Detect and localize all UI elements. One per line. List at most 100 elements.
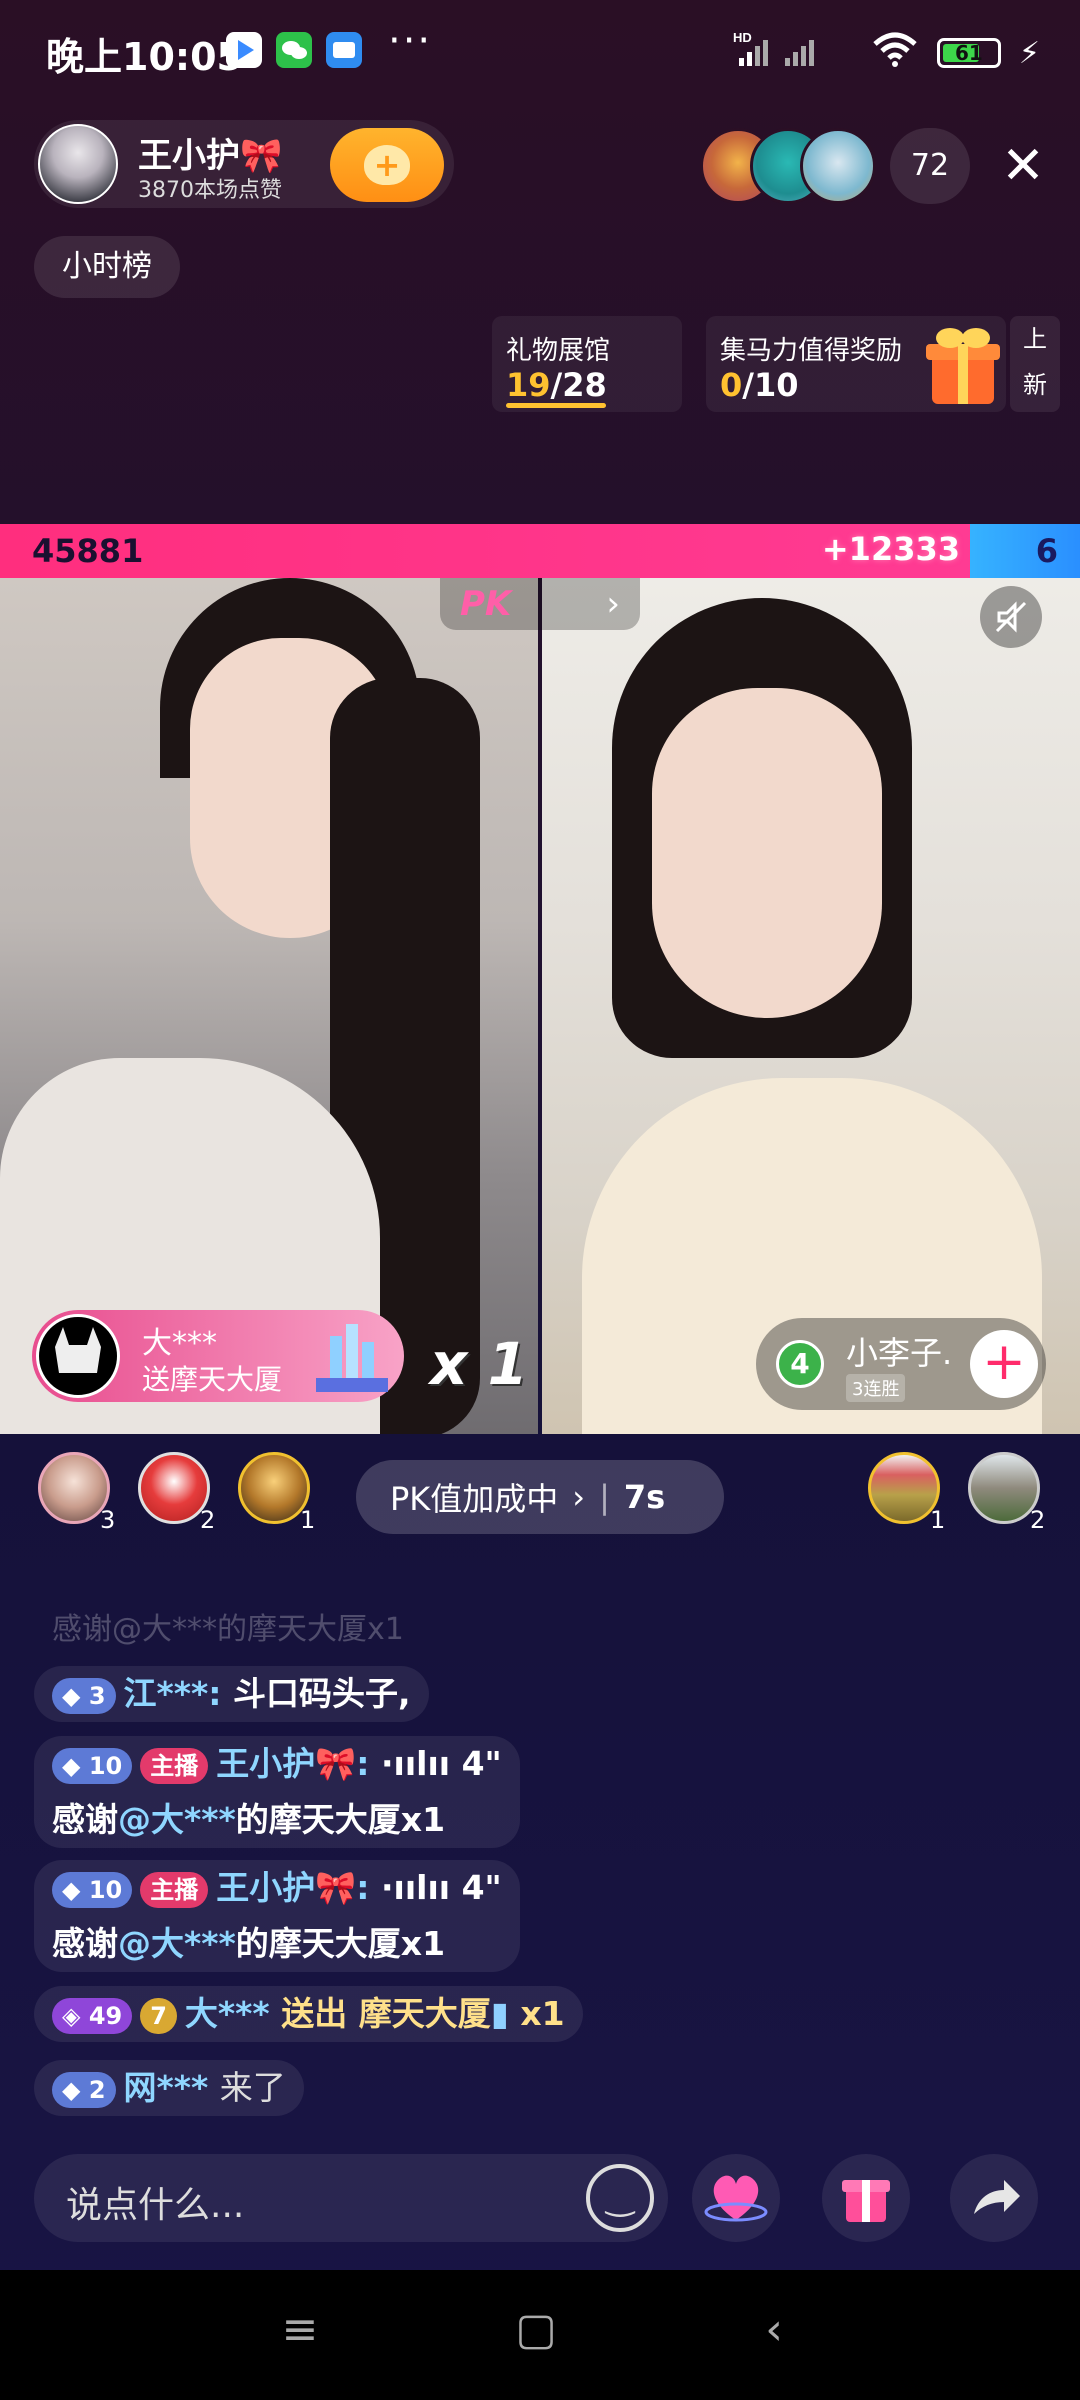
contributor-rank: 2 xyxy=(1030,1506,1046,1534)
wifi-icon xyxy=(871,30,919,76)
voice-message[interactable]: ·ıılıı 4" xyxy=(381,1744,502,1783)
stream-face xyxy=(652,688,882,1018)
wechat-icon xyxy=(276,32,312,68)
pk-right-score: 6 xyxy=(1035,532,1058,570)
collect-title: 集马力值得奖励 xyxy=(720,336,903,366)
chat-message[interactable]: ◆ 10 主播 王小护🎀: ·ıılıı 4" 感谢@大***的摩天大厦x1 xyxy=(34,1860,520,1972)
level-badge: ◆ 3 xyxy=(52,1677,116,1714)
chat-username[interactable]: 王小护🎀: xyxy=(216,1868,369,1907)
pk-score-bar: 45881 +12333 6 xyxy=(0,524,1080,578)
gift-hall-card[interactable]: 礼物展馆 19/28 xyxy=(492,316,682,412)
chat-username[interactable]: 王小护🎀: xyxy=(216,1744,369,1783)
chat-text: 斗口码头子, xyxy=(232,1674,411,1713)
gift-text: 送摩天大厦 xyxy=(142,1363,283,1396)
menu-icon[interactable]: ≡ xyxy=(270,2300,330,2360)
chat-action: 送出 xyxy=(281,1994,348,2033)
chevron-right-icon: › xyxy=(572,1478,586,1516)
contributor-rank: 3 xyxy=(100,1506,116,1534)
fan-club-badge: 7 xyxy=(140,1997,177,2034)
opponent-info[interactable]: 4 小李子. 3连胜 + xyxy=(756,1318,1046,1410)
right-stream-video[interactable] xyxy=(542,578,1080,1434)
mute-icon[interactable] xyxy=(980,586,1042,648)
opponent-level-badge: 4 xyxy=(776,1340,824,1388)
share-button[interactable] xyxy=(950,2154,1038,2242)
gift-box-icon[interactable] xyxy=(920,318,1006,410)
chat-message[interactable]: ◆ 10 主播 王小护🎀: ·ıılıı 4" 感谢@大***的摩天大厦x1 xyxy=(34,1736,520,1848)
pk-label: PK xyxy=(460,584,512,624)
pk-bonus-pill[interactable]: PK值加成中 › | 7s xyxy=(356,1460,724,1534)
home-icon[interactable]: ▢ xyxy=(506,2300,566,2360)
opponent-streak: 3连胜 xyxy=(846,1374,906,1402)
gift-combo: x 1 xyxy=(430,1330,528,1398)
pk-left-score: 45881 xyxy=(32,532,144,570)
skyscraper-gift-icon xyxy=(312,1316,392,1396)
chat-text: 的摩天大厦x1 xyxy=(235,1800,446,1839)
top-viewers[interactable] xyxy=(700,128,880,204)
voice-message[interactable]: ·ıılıı 4" xyxy=(381,1868,502,1907)
svg-text:HD: HD xyxy=(733,30,752,45)
like-heart-button[interactable] xyxy=(692,2154,780,2242)
gift-banner[interactable]: 大*** 送摩天大厦 xyxy=(32,1310,404,1402)
pk-left-bar: 45881 +12333 xyxy=(0,524,970,578)
charging-icon: ⚡ xyxy=(1018,35,1040,71)
host-badge: 主播 xyxy=(140,1871,209,1908)
pk-tab[interactable]: PK › xyxy=(440,578,640,630)
gift-hall-title: 礼物展馆 xyxy=(506,336,611,366)
chat-message[interactable]: ◆ 3 江***: 斗口码头子, xyxy=(34,1666,429,1722)
live-room-screen: 晚上10:05 ··· HD 61 ⚡ 王小护🎀 3870本场点赞 + 72 ✕… xyxy=(0,0,1080,2400)
viewer-count[interactable]: 72 xyxy=(890,128,970,204)
pill-divider: | xyxy=(599,1478,610,1516)
host-badge: 主播 xyxy=(140,1747,209,1784)
chat-gift-name: 摩天大厦 xyxy=(358,1994,491,2033)
pk-timer: 7s xyxy=(623,1478,666,1516)
contributor-rank: 2 xyxy=(200,1506,216,1534)
chat-faded-message: 感谢@大***的摩天大厦x1 xyxy=(52,1612,404,1647)
close-icon[interactable]: ✕ xyxy=(985,128,1061,204)
pk-bonus: +12333 xyxy=(821,530,960,568)
follow-button[interactable]: + xyxy=(330,128,444,202)
wallet-app-icon xyxy=(326,32,362,68)
signal-icon: HD xyxy=(733,30,853,76)
system-navigation-bar: ≡ ▢ ‹ xyxy=(0,2270,1080,2400)
viewer-avatar[interactable] xyxy=(800,128,876,204)
fan-level-badge: ◈ 49 xyxy=(52,1997,133,2034)
pk-pill-label: PK值加成中 xyxy=(390,1480,559,1518)
new-tag[interactable]: 上 新 xyxy=(1010,316,1060,412)
video-app-icon xyxy=(226,32,262,68)
gift-hall-bar xyxy=(506,403,606,408)
contributor-rank: 1 xyxy=(930,1506,946,1534)
emoji-icon[interactable]: ‿ xyxy=(586,2164,654,2232)
comment-input[interactable]: 说点什么... ‿ xyxy=(34,2154,668,2242)
pk-right-bar: 6 xyxy=(970,524,1080,578)
chevron-right-icon: › xyxy=(606,584,620,624)
status-bar: 晚上10:05 ··· HD 61 ⚡ xyxy=(0,0,1080,100)
host-avatar[interactable] xyxy=(38,124,118,204)
chat-text: 来了 xyxy=(219,2068,286,2107)
gift-hall-progress: 19/28 xyxy=(506,366,607,404)
more-notifications-icon: ··· xyxy=(388,18,433,64)
level-badge: ◆ 10 xyxy=(52,1871,133,1908)
host-likes: 3870本场点赞 xyxy=(138,178,282,203)
gift-button[interactable] xyxy=(822,2154,910,2242)
level-badge: ◆ 2 xyxy=(52,2071,116,2108)
hourly-rank-button[interactable]: 小时榜 xyxy=(34,236,180,298)
chat-username[interactable]: 江***: xyxy=(124,1674,222,1713)
status-right: HD 61 ⚡ xyxy=(733,30,1040,76)
chat-gift-count: x1 xyxy=(520,1994,565,2033)
chat-text: 感谢 xyxy=(52,1800,118,1839)
host-name: 王小护🎀 xyxy=(138,136,283,176)
back-icon[interactable]: ‹ xyxy=(744,2300,804,2360)
chat-username[interactable]: 网*** xyxy=(124,2068,209,2107)
battery-level: 61 xyxy=(955,41,983,65)
collect-progress: 0/10 xyxy=(720,366,799,404)
left-stream-video[interactable] xyxy=(0,578,538,1434)
chat-username[interactable]: 大*** xyxy=(185,1994,270,2033)
skyscraper-icon: ▮ xyxy=(490,1994,509,2033)
chat-mention[interactable]: @大*** xyxy=(118,1800,236,1839)
follow-opponent-button[interactable]: + xyxy=(970,1330,1038,1398)
chat-message[interactable]: ◈ 49 7 大*** 送出 摩天大厦▮ x1 xyxy=(34,1986,583,2042)
chat-message[interactable]: ◆ 2 网*** 来了 xyxy=(34,2060,304,2116)
chat-mention[interactable]: @大*** xyxy=(118,1924,236,1963)
heart-plus-icon: + xyxy=(364,145,410,185)
status-time: 晚上10:05 xyxy=(46,35,243,79)
